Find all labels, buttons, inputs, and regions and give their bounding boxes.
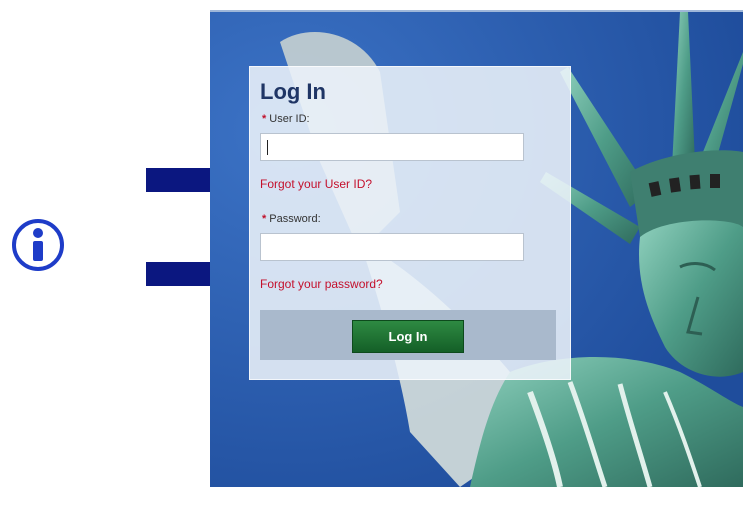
forgot-user-id-link[interactable]: Forgot your User ID?	[260, 177, 372, 191]
user-id-label: * User ID:	[262, 113, 310, 125]
password-label-text: Password:	[269, 213, 321, 225]
user-id-label-text: User ID:	[269, 113, 310, 125]
screenshot-stage: Log In * User ID: Forgot your User ID? * P…	[0, 0, 743, 515]
required-marker: *	[262, 113, 267, 125]
button-bar: Log In	[260, 310, 556, 360]
info-icon	[12, 219, 64, 271]
required-marker: *	[262, 213, 267, 225]
login-title: Log In	[260, 79, 326, 104]
password-input[interactable]	[260, 233, 524, 261]
text-caret	[267, 140, 268, 155]
user-id-input[interactable]	[260, 133, 524, 161]
login-button[interactable]: Log In	[352, 320, 464, 353]
password-label: * Password:	[262, 213, 321, 225]
login-panel: Log In * User ID: Forgot your User ID? * P…	[249, 66, 571, 380]
forgot-password-link[interactable]: Forgot your password?	[260, 277, 383, 291]
